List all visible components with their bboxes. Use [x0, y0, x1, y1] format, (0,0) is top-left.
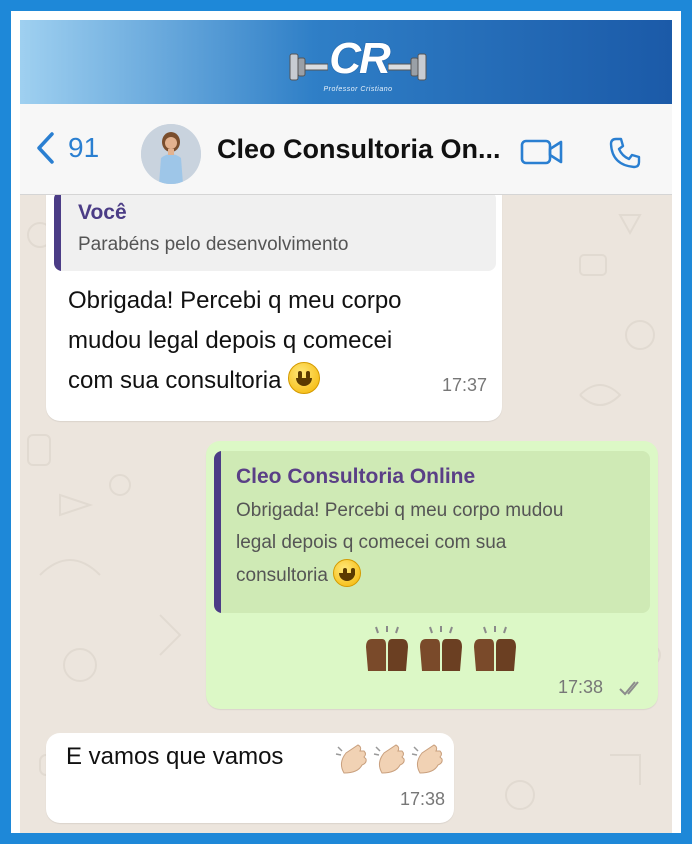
quote-text-line-last: consultoria — [236, 559, 362, 592]
quote-author: Cleo Consultoria Online — [236, 465, 476, 488]
read-receipt-icon — [619, 681, 639, 696]
video-camera-icon — [520, 139, 563, 165]
clapping-hands-icon — [335, 744, 367, 774]
incoming-message-bubble[interactable]: E vamos que vamos 17:38 — [46, 733, 454, 823]
quote-bar — [214, 451, 221, 613]
quote-text-line: Obrigada! Percebi q meu corpo mudou — [236, 500, 564, 521]
quoted-message[interactable]: Você Parabéns pelo desenvolvimento — [54, 195, 496, 271]
message-time: 17:38 — [558, 677, 604, 697]
unread-count: 91 — [68, 132, 100, 163]
quote-text: Parabéns pelo desenvolvimento — [78, 234, 349, 255]
chat-area[interactable]: Você Parabéns pelo desenvolvimento Obrig… — [20, 195, 672, 833]
message-line-last: E vamos que vamos — [66, 737, 283, 777]
raising-hands-icon — [420, 626, 462, 671]
dumbbell-right-icon — [388, 53, 427, 81]
message-time: 17:38 — [400, 789, 446, 809]
video-call-button[interactable] — [520, 138, 564, 171]
quote-bar — [54, 195, 61, 271]
raising-hands-icon — [474, 626, 516, 671]
message-time: 17:37 — [442, 375, 488, 395]
quoted-message[interactable]: Cleo Consultoria Online Obrigada! Perceb… — [214, 451, 650, 613]
contact-name[interactable]: Cleo Consultoria On... — [217, 134, 517, 165]
brand-banner: CR Professor Cristiano — [20, 20, 672, 104]
screenshot-frame: CR Professor Cristiano 91 Cleo Consultor… — [11, 11, 681, 833]
brand-logo: CR Professor Cristiano — [288, 32, 428, 96]
emoji-row — [334, 741, 446, 781]
logo-subtitle: Professor Cristiano — [323, 86, 393, 93]
clapping-hands-icon — [411, 744, 443, 774]
message-line: com sua consultoria — [68, 367, 282, 394]
message-text: E vamos que vamos — [66, 743, 284, 770]
message-line: mudou legal depois q comecei — [68, 327, 393, 354]
incoming-message-bubble[interactable]: Você Parabéns pelo desenvolvimento Obrig… — [46, 195, 502, 421]
quote-text-line: consultoria — [236, 565, 328, 586]
back-button[interactable]: 91 — [36, 130, 99, 166]
emoji-row — [362, 625, 522, 675]
clapping-hands-icon — [373, 744, 405, 774]
contact-avatar[interactable] — [141, 124, 201, 184]
quote-text-line: legal depois q comecei com sua — [236, 532, 507, 553]
chevron-left-icon — [37, 132, 54, 164]
logo-text: CR — [329, 34, 391, 83]
dumbbell-left-icon — [289, 53, 328, 81]
grinning-face-icon — [288, 362, 321, 394]
outgoing-message-bubble[interactable]: Cleo Consultoria Online Obrigada! Perceb… — [206, 441, 658, 709]
message-line-last: com sua consultoria — [68, 361, 321, 401]
voice-call-button[interactable] — [608, 136, 642, 175]
quote-author: Você — [78, 201, 127, 224]
chat-header: 91 Cleo Consultoria On... — [20, 104, 672, 195]
grinning-face-icon — [333, 559, 362, 587]
message-line: Obrigada! Percebi q meu corpo — [68, 287, 402, 314]
raising-hands-icon — [366, 626, 408, 671]
phone-icon — [609, 137, 641, 169]
